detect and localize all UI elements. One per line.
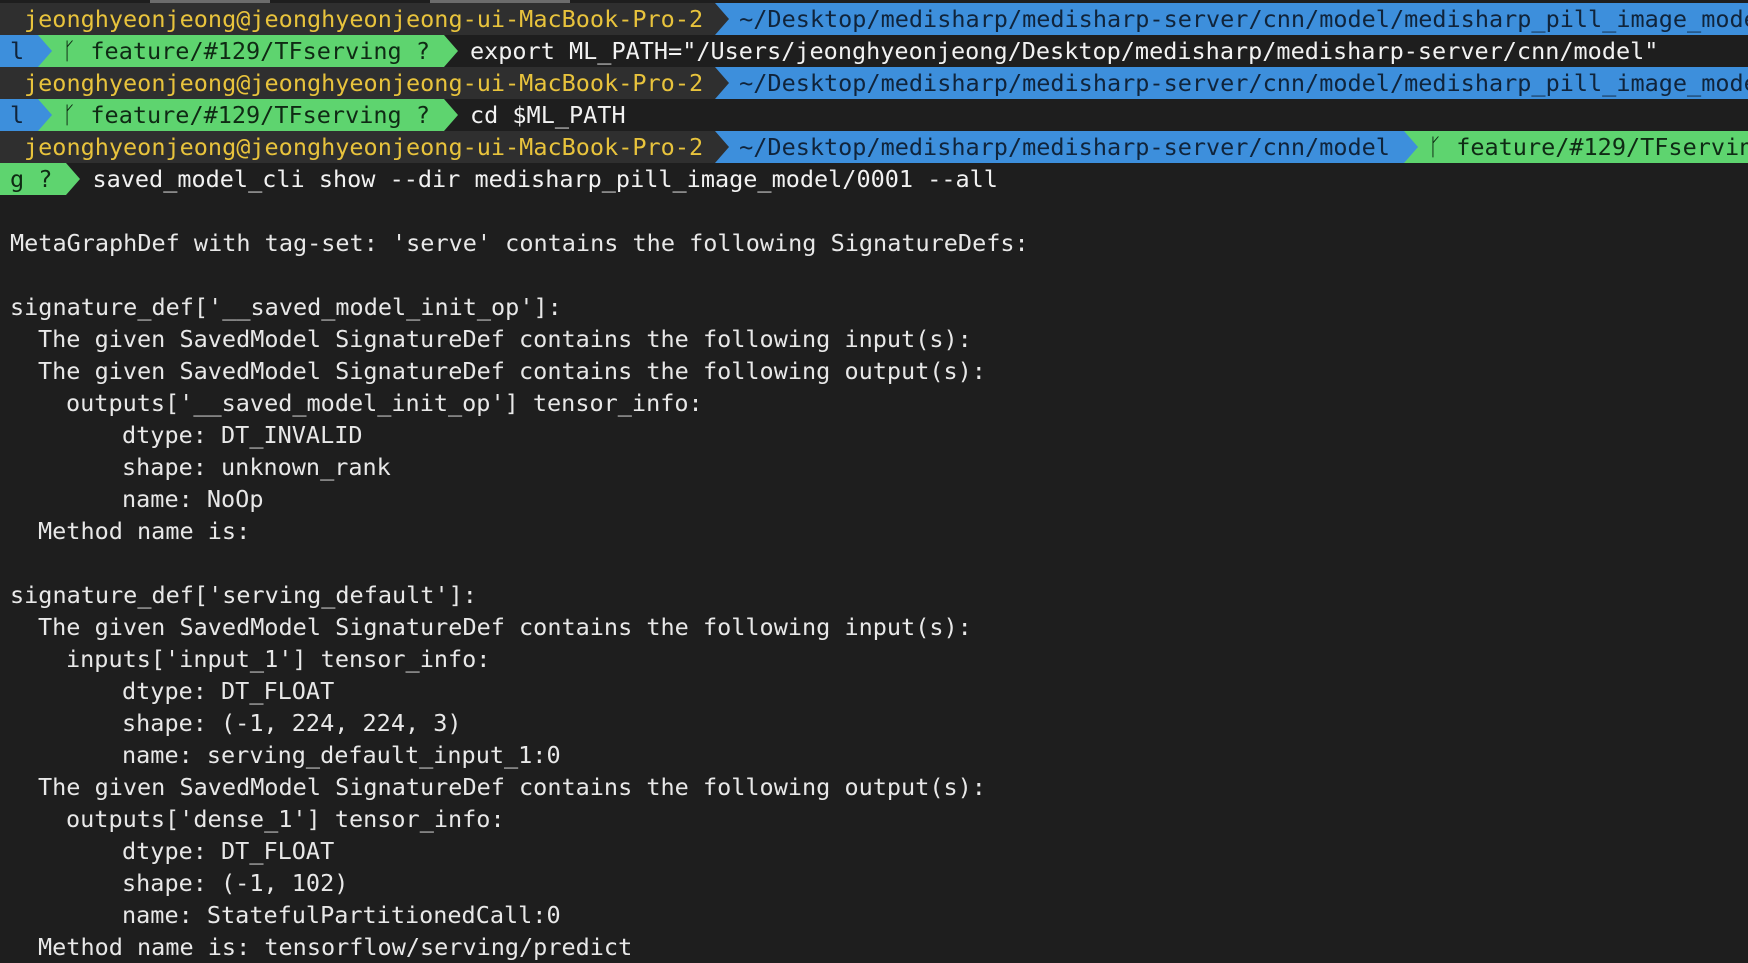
prompt-git-branch-wrap: g ? xyxy=(0,163,82,195)
output-line: MetaGraphDef with tag-set: 'serve' conta… xyxy=(10,229,1029,257)
prompt-user-segment: jeonghyeonjeong@jeonghyeonjeong-ui-MacBo… xyxy=(0,3,730,35)
prompt-line: jeonghyeonjeong@jeonghyeonjeong-ui-MacBo… xyxy=(0,131,1748,163)
output-line: Method name is: xyxy=(38,517,251,545)
prompt-path-wrap: l xyxy=(0,35,53,67)
prompt-line: g ? saved_model_cli show --dir medisharp… xyxy=(0,163,1748,195)
output-line: shape: unknown_rank xyxy=(122,453,391,481)
output-line: dtype: DT_FLOAT xyxy=(122,677,335,705)
prompt-user-segment: jeonghyeonjeong@jeonghyeonjeong-ui-MacBo… xyxy=(0,131,730,163)
output-line: inputs['input_1'] tensor_info: xyxy=(66,645,491,673)
prompt-line: jeonghyeonjeong@jeonghyeonjeong-ui-MacBo… xyxy=(0,3,1748,35)
output-line: dtype: DT_FLOAT xyxy=(122,837,335,865)
prompt-git-branch: ᚴ feature/#129/TFserving ? xyxy=(38,99,458,131)
prompt-git-branch: ᚴ feature/#129/TFserving ? xyxy=(38,35,458,67)
output-line: shape: (-1, 224, 224, 3) xyxy=(122,709,462,737)
prompt-path-segment: ~/Desktop/medisharp/medisharp-server/cnn… xyxy=(715,67,1748,99)
output-line: Method name is: tensorflow/serving/predi… xyxy=(38,933,633,961)
prompt-line: jeonghyeonjeong@jeonghyeonjeong-ui-MacBo… xyxy=(0,67,1748,99)
prompt-path-segment: ~/Desktop/medisharp/medisharp-server/cnn… xyxy=(715,3,1748,35)
output-line: name: serving_default_input_1:0 xyxy=(122,741,561,769)
output-line: outputs['dense_1'] tensor_info: xyxy=(66,805,505,833)
prompt-path-wrap: l xyxy=(0,99,53,131)
terminal-window[interactable]: jeonghyeonjeong@jeonghyeonjeong-ui-MacBo… xyxy=(0,3,1748,963)
prompt-line: l ᚴ feature/#129/TFserving ? cd $ML_PATH xyxy=(0,99,1748,131)
output-line: name: NoOp xyxy=(122,485,264,513)
output-line: dtype: DT_INVALID xyxy=(122,421,363,449)
output-line: outputs['__saved_model_init_op'] tensor_… xyxy=(66,389,703,417)
output-line: name: StatefulPartitionedCall:0 xyxy=(122,901,561,929)
prompt-path-segment: ~/Desktop/medisharp/medisharp-server/cnn… xyxy=(715,131,1418,163)
output-line: The given SavedModel SignatureDef contai… xyxy=(38,773,986,801)
output-line: The given SavedModel SignatureDef contai… xyxy=(38,325,972,353)
prompt-line: l ᚴ feature/#129/TFserving ? export ML_P… xyxy=(0,35,1748,67)
output-line: shape: (-1, 102) xyxy=(122,869,349,897)
command-text: export ML_PATH="/Users/jeonghyeonjeong/D… xyxy=(469,37,1659,65)
prompt-user-segment: jeonghyeonjeong@jeonghyeonjeong-ui-MacBo… xyxy=(0,67,730,99)
output-line: signature_def['__saved_model_init_op']: xyxy=(10,293,562,321)
output-line: The given SavedModel SignatureDef contai… xyxy=(38,613,972,641)
output-line: signature_def['serving_default']: xyxy=(10,581,477,609)
command-text: cd $ML_PATH xyxy=(469,101,626,129)
output-line: The given SavedModel SignatureDef contai… xyxy=(38,357,986,385)
command-text: saved_model_cli show --dir medisharp_pil… xyxy=(92,165,998,193)
prompt-git-branch: ᚴ feature/#129/TFservin xyxy=(1403,131,1748,163)
